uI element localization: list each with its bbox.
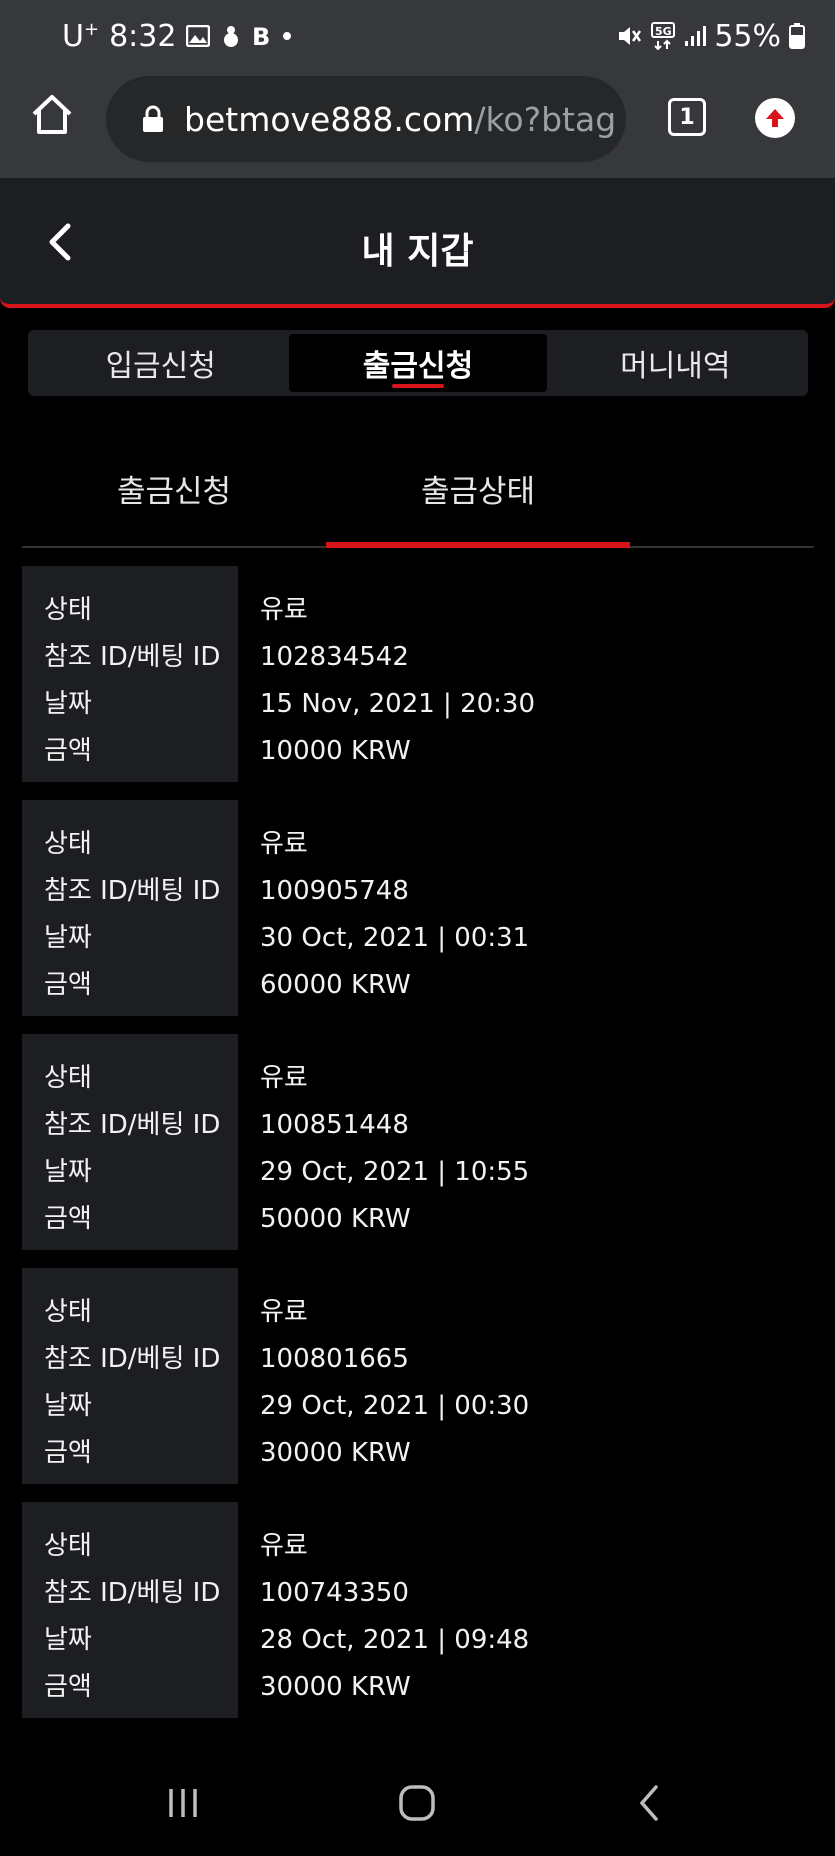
amount-value: 30000 KRW — [260, 1438, 411, 1468]
list-item: 상태 참조 ID/베팅 ID 날짜 금액 유료 100801665 29 Oct… — [22, 1268, 814, 1484]
record-labels: 상태 참조 ID/베팅 ID 날짜 금액 — [22, 800, 238, 1016]
clock: 8:32 — [109, 18, 177, 54]
list-item: 상태 참조 ID/베팅 ID 날짜 금액 유료 100851448 29 Oct… — [22, 1034, 814, 1250]
ref-id-label: 참조 ID/베팅 ID — [44, 1578, 221, 1608]
amount-value: 30000 KRW — [260, 1672, 411, 1702]
list-item: 상태 참조 ID/베팅 ID 날짜 금액 유료 100905748 30 Oct… — [22, 800, 814, 1016]
page-header: 내 지갑 — [0, 178, 835, 308]
tab-deposit[interactable]: 입금신청 — [32, 334, 289, 392]
date-label: 날짜 — [44, 1391, 92, 1421]
amount-label: 금액 — [44, 1438, 92, 1468]
ref-id-label: 참조 ID/베팅 ID — [44, 876, 221, 906]
tab-money-history-label: 머니내역 — [620, 349, 731, 384]
record-labels: 상태 참조 ID/베팅 ID 날짜 금액 — [22, 1034, 238, 1250]
ref-id-value: 100801665 — [260, 1344, 409, 1374]
status-label: 상태 — [44, 829, 92, 859]
ref-id-label: 참조 ID/베팅 ID — [44, 1344, 221, 1374]
date-label: 날짜 — [44, 923, 92, 953]
record-labels: 상태 참조 ID/베팅 ID 날짜 금액 — [22, 1502, 238, 1718]
mute-icon — [616, 23, 642, 49]
date-label: 날짜 — [44, 1157, 92, 1187]
wallet-segmented-tabs: 입금신청 출금신청 머니내역 — [28, 330, 808, 396]
subtab-withdraw-status-label: 출금상태 — [420, 473, 536, 510]
record-labels: 상태 참조 ID/베팅 ID 날짜 금액 — [22, 566, 238, 782]
status-label: 상태 — [44, 595, 92, 625]
date-label: 날짜 — [44, 689, 92, 719]
ref-id-label: 참조 ID/베팅 ID — [44, 642, 221, 672]
system-nav-bar — [0, 1748, 835, 1856]
ref-id-value: 100905748 — [260, 876, 409, 906]
record-values: 유료 100743350 28 Oct, 2021 | 09:48 30000 … — [260, 1502, 529, 1716]
record-labels: 상태 참조 ID/베팅 ID 날짜 금액 — [22, 1268, 238, 1484]
date-label: 날짜 — [44, 1625, 92, 1655]
lock-icon — [142, 105, 164, 133]
record-values: 유료 100905748 30 Oct, 2021 | 00:31 60000 … — [260, 800, 529, 1014]
page-title: 내 지갑 — [361, 231, 474, 272]
url-bar[interactable]: betmove888.com/ko?btag — [106, 76, 626, 162]
subtab-withdraw-request[interactable]: 출금신청 — [22, 430, 326, 546]
ref-id-value: 100851448 — [260, 1110, 409, 1140]
tab-withdraw-label: 출금신청 — [362, 349, 474, 384]
amount-value: 10000 KRW — [260, 736, 411, 766]
tab-withdraw[interactable]: 출금신청 — [289, 334, 547, 392]
status-label: 상태 — [44, 1531, 92, 1561]
list-item: 상태 참조 ID/베팅 ID 날짜 금액 유료 102834542 15 Nov… — [22, 566, 814, 782]
amount-label: 금액 — [44, 1204, 92, 1234]
amount-value: 50000 KRW — [260, 1204, 411, 1234]
date-value: 28 Oct, 2021 | 09:48 — [260, 1625, 530, 1655]
date-value: 29 Oct, 2021 | 10:55 — [260, 1157, 530, 1187]
ref-id-label: 참조 ID/베팅 ID — [44, 1110, 221, 1140]
carrier-label: U+ — [62, 18, 100, 54]
tab-count: 1 — [679, 104, 695, 130]
status-value: 유료 — [260, 1063, 308, 1093]
signal-icon — [684, 25, 707, 47]
ref-id-value: 102834542 — [260, 642, 409, 672]
withdraw-records-list: 상태 참조 ID/베팅 ID 날짜 금액 유료 102834542 15 Nov… — [22, 566, 814, 1736]
home-icon[interactable] — [30, 92, 74, 136]
back-icon[interactable] — [624, 1778, 674, 1828]
svg-text:5G: 5G — [655, 25, 672, 38]
record-values: 유료 100801665 29 Oct, 2021 | 00:30 30000 … — [260, 1268, 529, 1482]
update-icon[interactable] — [755, 98, 795, 138]
withdraw-subtabs: 출금신청 출금상태 — [22, 430, 814, 548]
status-bar: U+ 8:32 B 5G 55% — [0, 0, 835, 72]
status-value: 유료 — [260, 829, 308, 859]
recents-icon[interactable] — [158, 1778, 208, 1828]
tabs-icon[interactable]: 1 — [668, 98, 706, 136]
b-icon: B — [252, 24, 272, 48]
date-value: 30 Oct, 2021 | 00:31 — [260, 923, 530, 953]
dot-icon — [282, 31, 292, 41]
battery-percent: 55% — [714, 18, 781, 54]
ref-id-value: 100743350 — [260, 1578, 409, 1608]
date-value: 15 Nov, 2021 | 20:30 — [260, 689, 536, 719]
amount-label: 금액 — [44, 970, 92, 1000]
status-value: 유료 — [260, 595, 308, 625]
tab-deposit-label: 입금신청 — [105, 349, 216, 384]
subtab-withdraw-request-label: 출금신청 — [116, 473, 232, 510]
amount-label: 금액 — [44, 1672, 92, 1702]
svg-text:B: B — [252, 24, 270, 48]
bug-icon — [220, 24, 242, 48]
status-label: 상태 — [44, 1297, 92, 1327]
status-value: 유료 — [260, 1531, 308, 1561]
list-item: 상태 참조 ID/베팅 ID 날짜 금액 유료 100743350 28 Oct… — [22, 1502, 814, 1718]
battery-icon — [789, 23, 805, 49]
status-value: 유료 — [260, 1297, 308, 1327]
url-path: /ko?btag — [474, 99, 617, 139]
browser-toolbar: betmove888.com/ko?btag 1 — [0, 72, 835, 178]
record-values: 유료 102834542 15 Nov, 2021 | 20:30 10000 … — [260, 566, 535, 780]
status-label: 상태 — [44, 1063, 92, 1093]
home-circle-icon[interactable] — [392, 1778, 442, 1828]
amount-value: 60000 KRW — [260, 970, 411, 1000]
url-host: betmove888.com — [184, 99, 475, 139]
record-values: 유료 100851448 29 Oct, 2021 | 10:55 50000 … — [260, 1034, 529, 1248]
tab-money-history[interactable]: 머니내역 — [547, 334, 804, 392]
5g-icon: 5G — [650, 22, 676, 50]
image-icon — [186, 25, 211, 47]
date-value: 29 Oct, 2021 | 00:30 — [260, 1391, 530, 1421]
amount-label: 금액 — [44, 736, 92, 766]
subtab-withdraw-status[interactable]: 출금상태 — [326, 430, 630, 548]
